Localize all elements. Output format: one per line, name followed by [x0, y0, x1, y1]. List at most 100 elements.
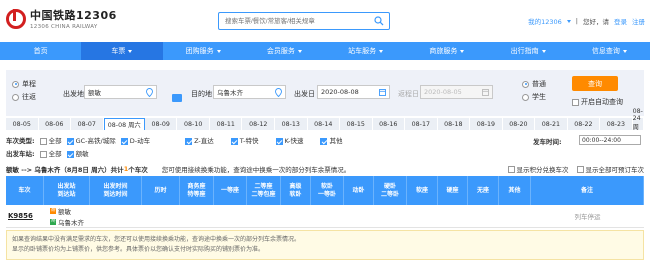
start-station-icon: 始 [50, 207, 56, 214]
swap-stations-icon[interactable] [172, 94, 182, 102]
result-summary: 额敏 --> 乌鲁木齐（8月8日 周六）共计 1 个车次 您可使用接续换乘功能，查询… [6, 162, 644, 175]
top-bar: 中国铁路12306 12306 CHINA RAILWAY 我的12306 | … [0, 0, 650, 42]
filter-panel: 车次类型: 全部 GC-高铁/城际 D-动车 Z-直达 T-特快 K-快速 其他… [6, 133, 644, 160]
chevron-down-icon [541, 49, 546, 53]
date-tab[interactable]: 08-20 [502, 118, 536, 130]
train-number-link[interactable]: K9856 [8, 212, 33, 220]
column-header: 商务座 特等座 [180, 176, 214, 205]
filter-type-t[interactable]: T-特快 [230, 135, 259, 145]
filter-type-d[interactable]: D-动车 [120, 135, 150, 145]
checkbox-icon [120, 137, 128, 145]
calendar-icon [482, 89, 489, 96]
filter-type-all[interactable]: 全部 [39, 135, 62, 145]
main-nav: 首页 车票 团购服务 会员服务 站车服务 商旅服务 出行指南 信息查询 [0, 42, 650, 60]
date-tab[interactable]: 08-10 [177, 118, 210, 130]
column-header: 一等座 [214, 176, 247, 205]
calendar-icon [379, 89, 386, 96]
column-header[interactable]: 历时 [142, 176, 180, 205]
register-link[interactable]: 注册 [632, 16, 645, 26]
chevron-down-icon [460, 49, 465, 53]
date-tab[interactable]: 08-12 [242, 118, 275, 130]
location-pin-icon [275, 88, 282, 97]
date-tab[interactable]: 08-11 [209, 118, 243, 130]
date-tab[interactable]: 08-14 [307, 118, 341, 130]
date-tab[interactable]: 08-09 [144, 118, 178, 130]
checkbox-icon [39, 150, 47, 158]
date-tab[interactable]: 08-06 [38, 118, 72, 130]
radio-icon [522, 93, 529, 101]
filter-type-z[interactable]: Z-直达 [185, 135, 214, 145]
query-button[interactable]: 查询 [572, 76, 618, 91]
nav-item-business[interactable]: 商旅服务 [406, 42, 487, 60]
location-pin-icon [146, 88, 153, 97]
column-header: 其他 [499, 176, 531, 205]
nav-item-info[interactable]: 信息查询 [569, 42, 650, 60]
to-station: 终乌鲁木齐 [50, 218, 84, 227]
filter-station-all[interactable]: 全部 [39, 148, 62, 158]
filter-type-k[interactable]: K-快速 [275, 135, 303, 145]
passenger-student-option[interactable]: 学生 [522, 92, 546, 102]
radio-icon [12, 93, 19, 101]
greeting-text: 您好，请 [583, 18, 609, 26]
to-field[interactable]: 乌鲁木齐 [213, 85, 286, 99]
date-tab[interactable]: 08-05 [6, 118, 39, 130]
passenger-normal-option[interactable]: 普通 [522, 79, 546, 89]
nav-item-guide[interactable]: 出行指南 [488, 42, 569, 60]
roundtrip-option[interactable]: 往返 [12, 92, 36, 102]
from-field[interactable]: 额敏 [84, 85, 157, 99]
remark-text: 列车停运 [574, 213, 601, 221]
column-header[interactable]: 出发站 到达站 [44, 176, 90, 205]
filter-station-emin[interactable]: 额敏 [66, 148, 89, 158]
date-tab[interactable]: 08-23 [600, 118, 633, 130]
notice-line-1: 如果查询结果中没有满足需求的车次，您还可以使用接续换乘功能，查询途中换乘一次的部… [12, 236, 301, 243]
chevron-down-icon [622, 49, 627, 53]
checkbox-icon [576, 166, 584, 173]
checkbox-icon [275, 137, 283, 145]
checkbox-icon [185, 137, 193, 145]
date-tab[interactable]: 08-24 周一 [632, 108, 644, 140]
auto-query-toggle[interactable]: 开启自动查询 [572, 97, 623, 107]
search-button[interactable] [369, 13, 389, 29]
login-link[interactable]: 登录 [614, 16, 627, 26]
date-tab[interactable]: 08-18 [437, 118, 471, 130]
depart-station-label: 出发车站: [6, 150, 35, 158]
end-station-icon: 终 [50, 218, 56, 225]
date-tab[interactable]: 08-15 [340, 118, 373, 130]
search-input[interactable] [219, 14, 369, 28]
filter-type-other[interactable]: 其他 [320, 135, 342, 145]
date-tab[interactable]: 08-22 [567, 118, 601, 130]
show-points-option[interactable]: 显示积分兑换车次 [507, 164, 569, 174]
to-label: 目的地 [191, 90, 212, 98]
nav-item-station[interactable]: 站车服务 [325, 42, 406, 60]
filter-type-gc[interactable]: GC-高铁/城际 [66, 135, 116, 145]
radio-icon [522, 80, 529, 88]
date-tab[interactable]: 08-17 [405, 118, 438, 130]
date-tab[interactable]: 08-19 [470, 118, 503, 130]
chevron-down-icon [128, 49, 133, 53]
nav-item-home[interactable]: 首页 [0, 42, 81, 60]
depart-date-field[interactable]: 2020-08-08 [317, 85, 390, 99]
column-header: 软座 [407, 176, 438, 205]
logo[interactable]: 中国铁路12306 12306 CHINA RAILWAY [6, 7, 117, 30]
date-tab[interactable]: 08-16 [372, 118, 406, 130]
depart-time-select[interactable]: 00:00--24:00 [579, 135, 641, 145]
chevron-down-icon [216, 49, 221, 53]
nav-item-member[interactable]: 会员服务 [244, 42, 325, 60]
chevron-down-icon [297, 49, 302, 53]
divider: | [575, 17, 578, 25]
ticket-table: 车次 出发站 到达站 出发时间 到达时间 历时 商务座 特等座 一等座 二等座 二等包座 高级… [6, 176, 644, 228]
show-all-option[interactable]: 显示全部可预订车次 [576, 164, 644, 174]
query-panel: 单程 往返 出发地 额敏 目的地 乌鲁木齐 出发日 2020-08-08 返程日… [6, 70, 644, 116]
date-tab[interactable]: 08-13 [275, 118, 308, 130]
column-header: 备注 [531, 176, 644, 205]
return-label: 返程日 [398, 90, 419, 98]
column-header[interactable]: 出发时间 到达时间 [90, 176, 142, 205]
nav-item-tickets[interactable]: 车票 [81, 42, 163, 60]
date-tab[interactable]: 08-21 [535, 118, 568, 130]
date-tab[interactable]: 08-07 [71, 118, 104, 130]
date-tab[interactable]: 08-08 周六 [103, 118, 145, 130]
return-date-field[interactable]: 2020-08-05 [420, 85, 493, 99]
my-12306-link[interactable]: 我的12306 [528, 16, 562, 26]
nav-item-group[interactable]: 团购服务 [163, 42, 244, 60]
oneway-option[interactable]: 单程 [12, 79, 36, 89]
